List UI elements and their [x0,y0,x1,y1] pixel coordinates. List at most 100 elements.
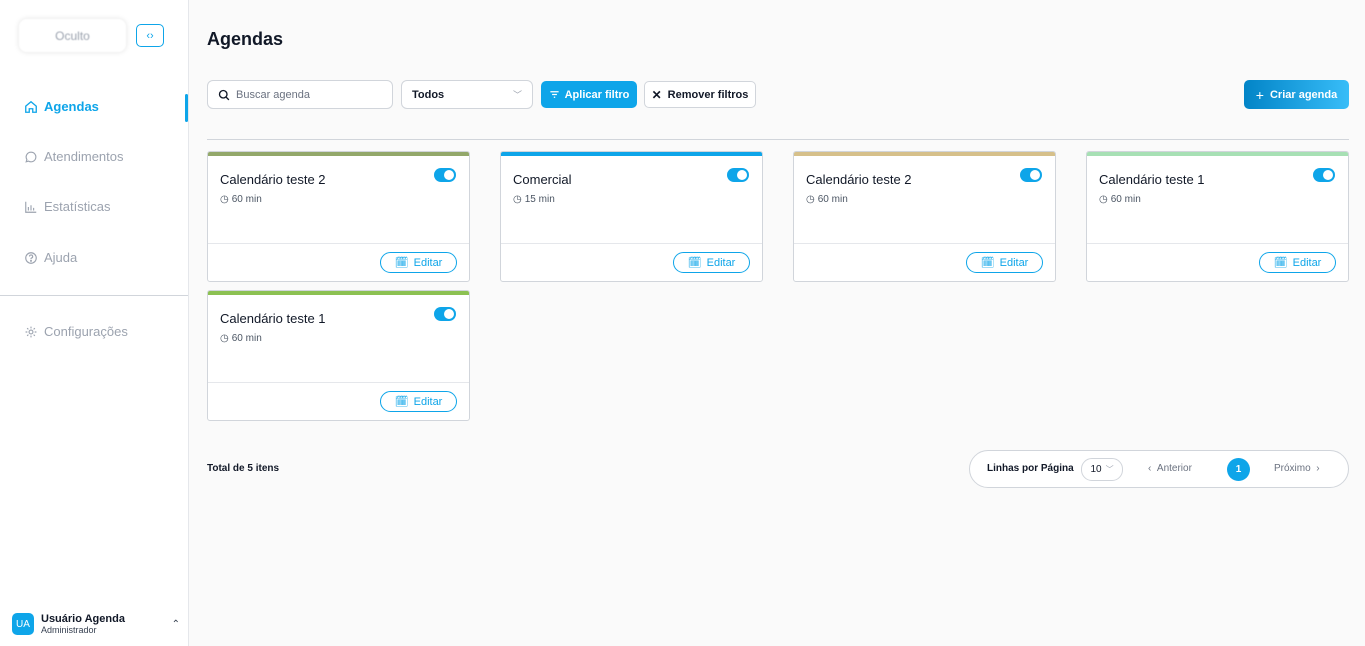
chevron-down-icon: ﹀ [1105,465,1114,474]
clock-icon: ◷ [1099,194,1108,205]
apply-filter-label: Aplicar filtro [564,88,630,101]
chat-bubble-icon [25,151,37,163]
card-duration: ◷ 60 min [220,194,262,205]
avatar: UA [12,613,34,635]
logo-text: Oculto [55,28,90,43]
card-duration-text: 60 min [1110,194,1141,205]
sidebar-item-label: Agendas [44,99,99,114]
agenda-card[interactable]: Calendário teste 1 ◷ 60 min 🗓 Editar [207,290,470,421]
card-duration: ◷ 15 min [513,194,555,205]
close-icon: ✕ [651,87,662,102]
sidebar-item-configuracoes[interactable]: Configurações [24,324,128,339]
card-duration-text: 60 min [817,194,848,205]
page-title: Agendas [207,29,284,49]
home-icon [25,100,37,113]
card-divider [208,243,469,244]
clock-icon: ◷ [806,194,815,205]
code-brackets-icon: ‹› [146,29,154,42]
card-divider [501,243,762,244]
card-title: Calendário teste 2 [220,172,326,187]
sidebar: Oculto ‹› Agendas Atendimentos Estatísti… [0,0,189,646]
previous-page-label: Anterior [1156,463,1192,474]
clock-icon: ◷ [220,333,229,344]
total-items: Total de 5 itens [207,463,280,474]
chevron-right-icon: › [1316,463,1320,474]
sidebar-item-atendimentos[interactable]: Atendimentos [24,149,124,164]
logo: Oculto [19,19,126,52]
agenda-card[interactable]: Calendário teste 1 ◷ 60 min 🗓 Editar [1086,151,1349,282]
user-role: Administrador [41,625,97,635]
collapse-sidebar-button[interactable]: ‹› [136,24,164,47]
agenda-card[interactable]: Calendário teste 2 ◷ 60 min 🗓 Editar [793,151,1056,282]
edit-label: Editar [706,256,736,269]
edit-label: Editar [1292,256,1322,269]
active-toggle[interactable] [434,168,456,182]
create-agenda-button[interactable]: + Criar agenda [1244,80,1349,109]
sidebar-item-label: Atendimentos [44,149,124,164]
active-toggle[interactable] [727,168,749,182]
next-page-button[interactable]: Próximo › [1274,463,1320,474]
sidebar-item-label: Estatísticas [44,199,111,214]
rows-per-page-select[interactable]: 10 ﹀ [1081,458,1123,481]
card-color-bar [208,291,469,295]
agenda-card[interactable]: Calendário teste 2 ◷ 60 min 🗓 Editar [207,151,470,282]
card-color-bar [794,152,1055,156]
card-title: Calendário teste 2 [806,172,912,187]
calendar-edit-icon: 🗓 [394,257,409,269]
sidebar-divider [0,295,188,296]
gear-icon [25,326,37,337]
edit-button[interactable]: 🗓 Editar [380,252,457,273]
sidebar-item-label: Ajuda [44,250,78,265]
filter-select[interactable]: Todos ﹀ [401,80,533,109]
sidebar-item-estatisticas[interactable]: Estatísticas [24,199,110,214]
search-icon [218,89,230,100]
sidebar-item-ajuda[interactable]: Ajuda [24,250,77,265]
plus-icon: + [1255,86,1264,103]
content-divider [207,139,1349,140]
chevron-left-icon: ‹ [1148,463,1152,474]
edit-label: Editar [413,395,443,408]
edit-button[interactable]: 🗓 Editar [1259,252,1336,273]
calendar-edit-icon: 🗓 [980,257,995,269]
card-divider [1087,243,1348,244]
sidebar-item-agendas[interactable]: Agendas [24,99,99,114]
user-menu[interactable]: UA Usuário Agenda Administrador ⌃ [12,610,180,638]
edit-button[interactable]: 🗓 Editar [966,252,1043,273]
sidebar-item-label: Configurações [44,324,128,339]
active-toggle[interactable] [1020,168,1042,182]
remove-filters-button[interactable]: ✕ Remover filtros [644,81,756,108]
card-duration: ◷ 60 min [806,194,848,205]
card-duration-text: 15 min [524,194,555,205]
chevron-down-icon: ﹀ [512,90,522,100]
card-duration: ◷ 60 min [220,333,262,344]
previous-page-button[interactable]: ‹ Anterior [1148,463,1192,474]
remove-filters-label: Remover filtros [667,88,749,101]
search-box[interactable] [207,80,393,109]
search-input[interactable] [236,88,386,101]
card-duration-text: 60 min [231,333,262,344]
edit-label: Editar [999,256,1029,269]
calendar-edit-icon: 🗓 [687,257,702,269]
calendar-edit-icon: 🗓 [394,396,409,408]
edit-button[interactable]: 🗓 Editar [673,252,750,273]
filter-icon [549,91,559,98]
apply-filter-button[interactable]: Aplicar filtro [541,81,637,108]
active-toggle[interactable] [1313,168,1335,182]
card-duration: ◷ 60 min [1099,194,1141,205]
bar-chart-icon [25,201,37,213]
active-toggle[interactable] [434,307,456,321]
card-title: Comercial [513,172,572,187]
active-indicator [185,94,188,122]
card-color-bar [1087,152,1348,156]
create-agenda-label: Criar agenda [1269,88,1338,101]
card-color-bar [501,152,762,156]
page-number-current[interactable]: 1 [1227,458,1250,481]
calendar-edit-icon: 🗓 [1273,257,1288,269]
agenda-card[interactable]: Comercial ◷ 15 min 🗓 Editar [500,151,763,282]
rows-per-page-label: Linhas por Página [987,463,1074,474]
filter-select-value: Todos [412,88,445,101]
card-title: Calendário teste 1 [1099,172,1205,187]
edit-button[interactable]: 🗓 Editar [380,391,457,412]
card-divider [794,243,1055,244]
help-circle-icon [25,251,37,264]
